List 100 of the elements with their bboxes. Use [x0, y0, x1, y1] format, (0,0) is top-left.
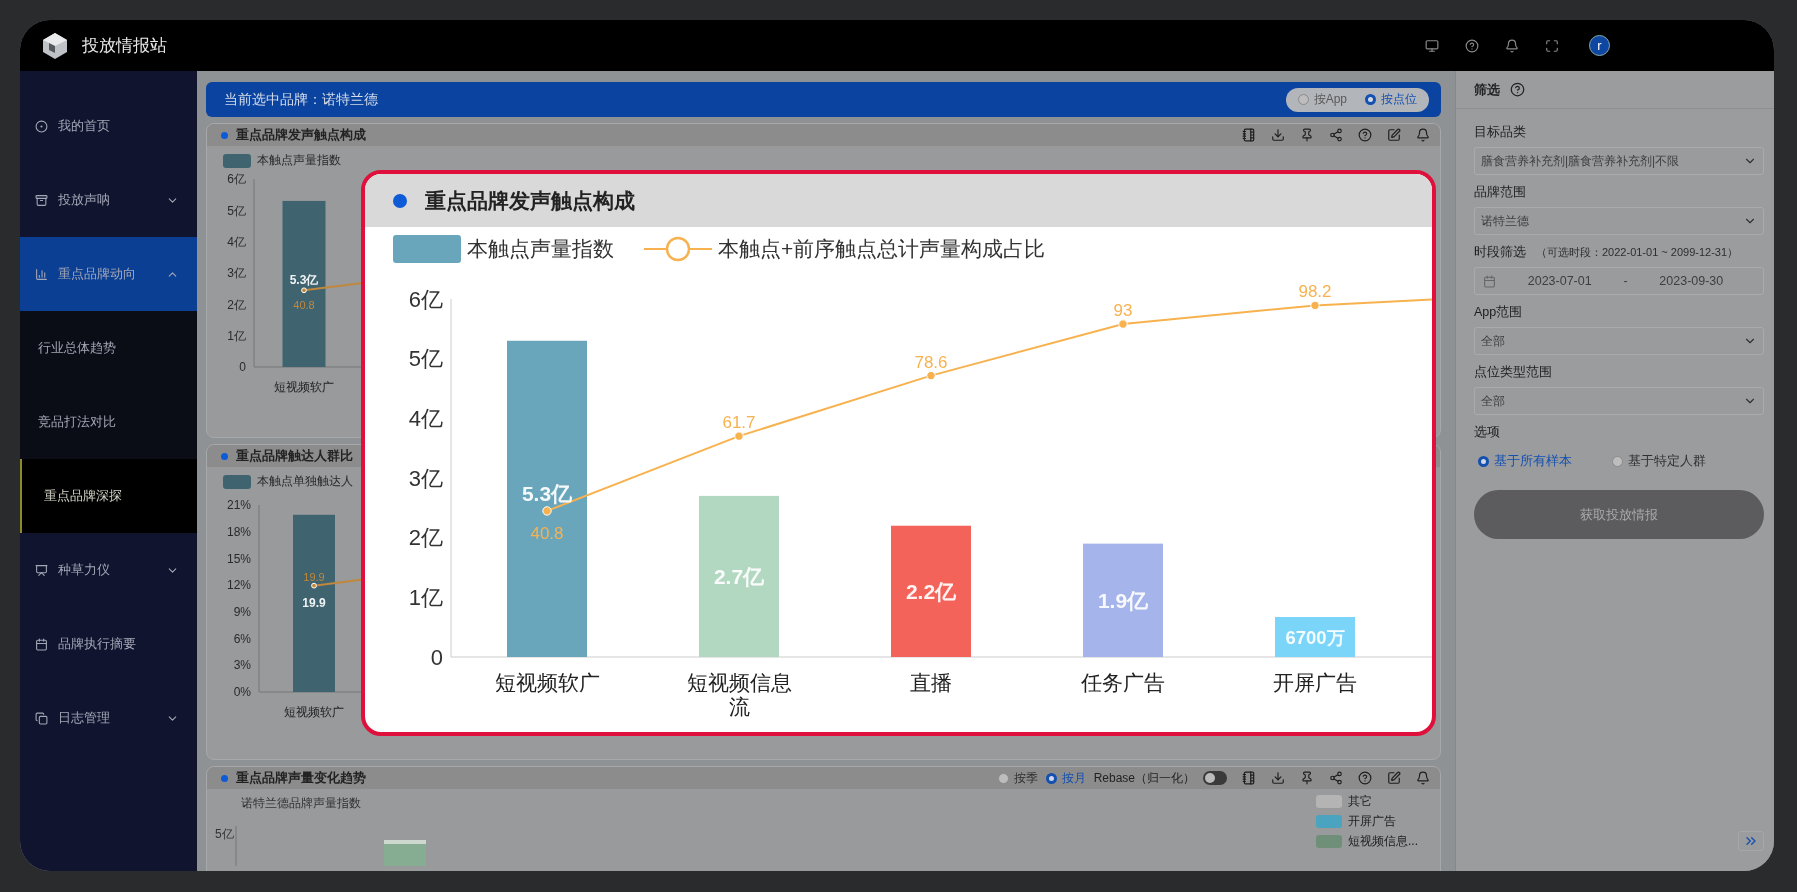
period-radio[interactable]: 按月 — [1045, 769, 1086, 787]
sidebar-subitem[interactable]: 竞品打法对比 — [20, 385, 197, 459]
user-avatar[interactable]: r — [1589, 35, 1610, 56]
line-value-label: 40.8 — [293, 298, 315, 311]
table-icon[interactable] — [1242, 771, 1256, 785]
sidebar-item[interactable]: 我的首页 — [20, 89, 197, 163]
menu-item-icon — [35, 711, 48, 725]
pin-icon[interactable] — [1300, 771, 1314, 785]
popup-title: 重点品牌发声触点构成 — [425, 187, 635, 214]
line-value-label: 78.6 — [914, 352, 948, 372]
field-label: 时段筛选 — [1474, 244, 1526, 261]
category-label: 开屏广告 — [1273, 671, 1357, 696]
dot-icon — [221, 131, 228, 139]
help-icon[interactable] — [1358, 771, 1372, 785]
select-field[interactable]: 诺特兰德 — [1474, 207, 1764, 235]
sidebar-subitem[interactable]: 重点品牌深探 — [20, 459, 197, 533]
category-label: 短视频软广 — [494, 671, 600, 696]
select-field[interactable]: 膳食营养补充剂|膳食营养补充剂|不限 — [1474, 147, 1764, 175]
axis-tick-label: 5亿 — [215, 826, 234, 843]
category-label: 短视频软广 — [274, 381, 334, 395]
axis-tick-label: 4亿 — [408, 406, 443, 432]
monitor-icon[interactable] — [1425, 38, 1439, 53]
field-label: 品牌范围 — [1474, 184, 1526, 201]
select-field[interactable]: 全部 — [1474, 387, 1764, 415]
collapse-button[interactable] — [1738, 831, 1764, 851]
help-icon[interactable] — [1358, 128, 1372, 142]
select-field[interactable]: 全部 — [1474, 327, 1764, 355]
menu-item-icon — [35, 563, 48, 577]
legend-swatch — [223, 153, 251, 168]
line-value-label: 19.9 — [303, 570, 325, 583]
field-label: 点位类型范围 — [1474, 364, 1552, 381]
bar-value-label: 5.3亿 — [289, 273, 319, 288]
rebase-switch[interactable] — [1203, 771, 1227, 785]
axis-tick-label: 18% — [226, 524, 251, 539]
axis-tick-label: 21% — [226, 498, 251, 513]
axis-tick-label: 5亿 — [408, 346, 443, 372]
sidebar-subitem[interactable]: 行业总体趋势 — [20, 311, 197, 385]
axis-tick-label: 3亿 — [227, 266, 246, 281]
date-range-field[interactable]: 2023-07-01 - 2023-09-30 — [1474, 267, 1764, 295]
axis-tick-label: 2亿 — [227, 297, 246, 312]
legend-label: 开屏广告 — [1348, 813, 1396, 830]
category-label: 直播 — [910, 671, 952, 696]
legend-label: 本触点声量指数 — [257, 152, 341, 169]
edit-icon[interactable] — [1387, 771, 1401, 785]
table-icon[interactable] — [1242, 128, 1256, 142]
submit-button[interactable]: 获取投放情报 — [1474, 490, 1764, 539]
bell-icon[interactable] — [1416, 771, 1430, 785]
bell-icon[interactable] — [1416, 128, 1430, 142]
panel-title: 筛选 — [1474, 80, 1500, 99]
menu-item-icon — [35, 267, 48, 281]
help-icon[interactable] — [1510, 82, 1525, 97]
category-label: 短视频软广 — [284, 706, 344, 720]
axis-tick-label: 6亿 — [408, 286, 443, 312]
card-title: 重点品牌发声触点构成 — [236, 126, 367, 144]
line-point — [926, 370, 936, 381]
line-value-label: 98.2 — [1298, 282, 1332, 302]
category-label: 任务广告 — [1081, 671, 1165, 696]
line-point — [734, 431, 744, 441]
axis-tick-label: 6亿 — [227, 172, 246, 187]
axis-tick-label: 3% — [233, 658, 251, 673]
line-value-label: 40.8 — [530, 523, 564, 543]
sidebar-item[interactable]: 投放声呐 — [20, 163, 197, 237]
card-title: 重点品牌声量变化趋势 — [236, 769, 367, 787]
axis-tick-label: 3亿 — [408, 465, 443, 491]
download-icon[interactable] — [1271, 771, 1285, 785]
axis-tick-label: 6% — [233, 631, 251, 646]
field-label: 选项 — [1474, 424, 1500, 441]
sidebar-item[interactable]: 种草力仪 — [20, 533, 197, 607]
app-title: 投放情报站 — [82, 35, 167, 57]
bar-value-label: 5.3亿 — [521, 481, 573, 505]
axis-tick-label: 4亿 — [227, 234, 246, 249]
sidebar-item[interactable]: 重点品牌动向 — [20, 237, 197, 311]
sidebar-item[interactable]: 品牌执行摘要 — [20, 607, 197, 681]
option-radio[interactable]: 基于所有样本 — [1478, 453, 1572, 470]
sidebar-item[interactable]: 日志管理 — [20, 681, 197, 755]
line-point — [1118, 319, 1128, 329]
legend-label: 本触点声量指数 — [467, 236, 614, 262]
chart-subtitle: 诺特兰德品牌声量指数 — [241, 796, 361, 810]
edit-icon[interactable] — [1387, 128, 1401, 142]
view-radio[interactable]: 按点位 — [1365, 91, 1417, 108]
bell-icon[interactable] — [1505, 38, 1519, 53]
period-radio[interactable]: 按季 — [997, 769, 1038, 787]
option-radio[interactable]: 基于特定人群 — [1612, 453, 1706, 470]
axis-tick-label: 0% — [233, 685, 251, 700]
fullscreen-icon[interactable] — [1545, 38, 1559, 53]
menu-item-icon — [35, 193, 48, 207]
share-icon[interactable] — [1329, 128, 1343, 142]
download-icon[interactable] — [1271, 128, 1285, 142]
help-icon[interactable] — [1465, 38, 1479, 53]
axis-tick-label: 1亿 — [408, 585, 443, 611]
legend-line-icon — [644, 235, 712, 263]
dot-icon — [221, 452, 228, 460]
axis-tick-label: 9% — [233, 605, 251, 620]
field-label: 目标品类 — [1474, 124, 1526, 141]
share-icon[interactable] — [1329, 771, 1343, 785]
view-radio[interactable]: 按App — [1297, 91, 1347, 108]
pin-icon[interactable] — [1300, 128, 1314, 142]
legend-swatch — [393, 235, 461, 263]
card-title: 重点品牌触达人群比 — [236, 447, 354, 465]
axis-tick-label: 2亿 — [408, 525, 443, 551]
